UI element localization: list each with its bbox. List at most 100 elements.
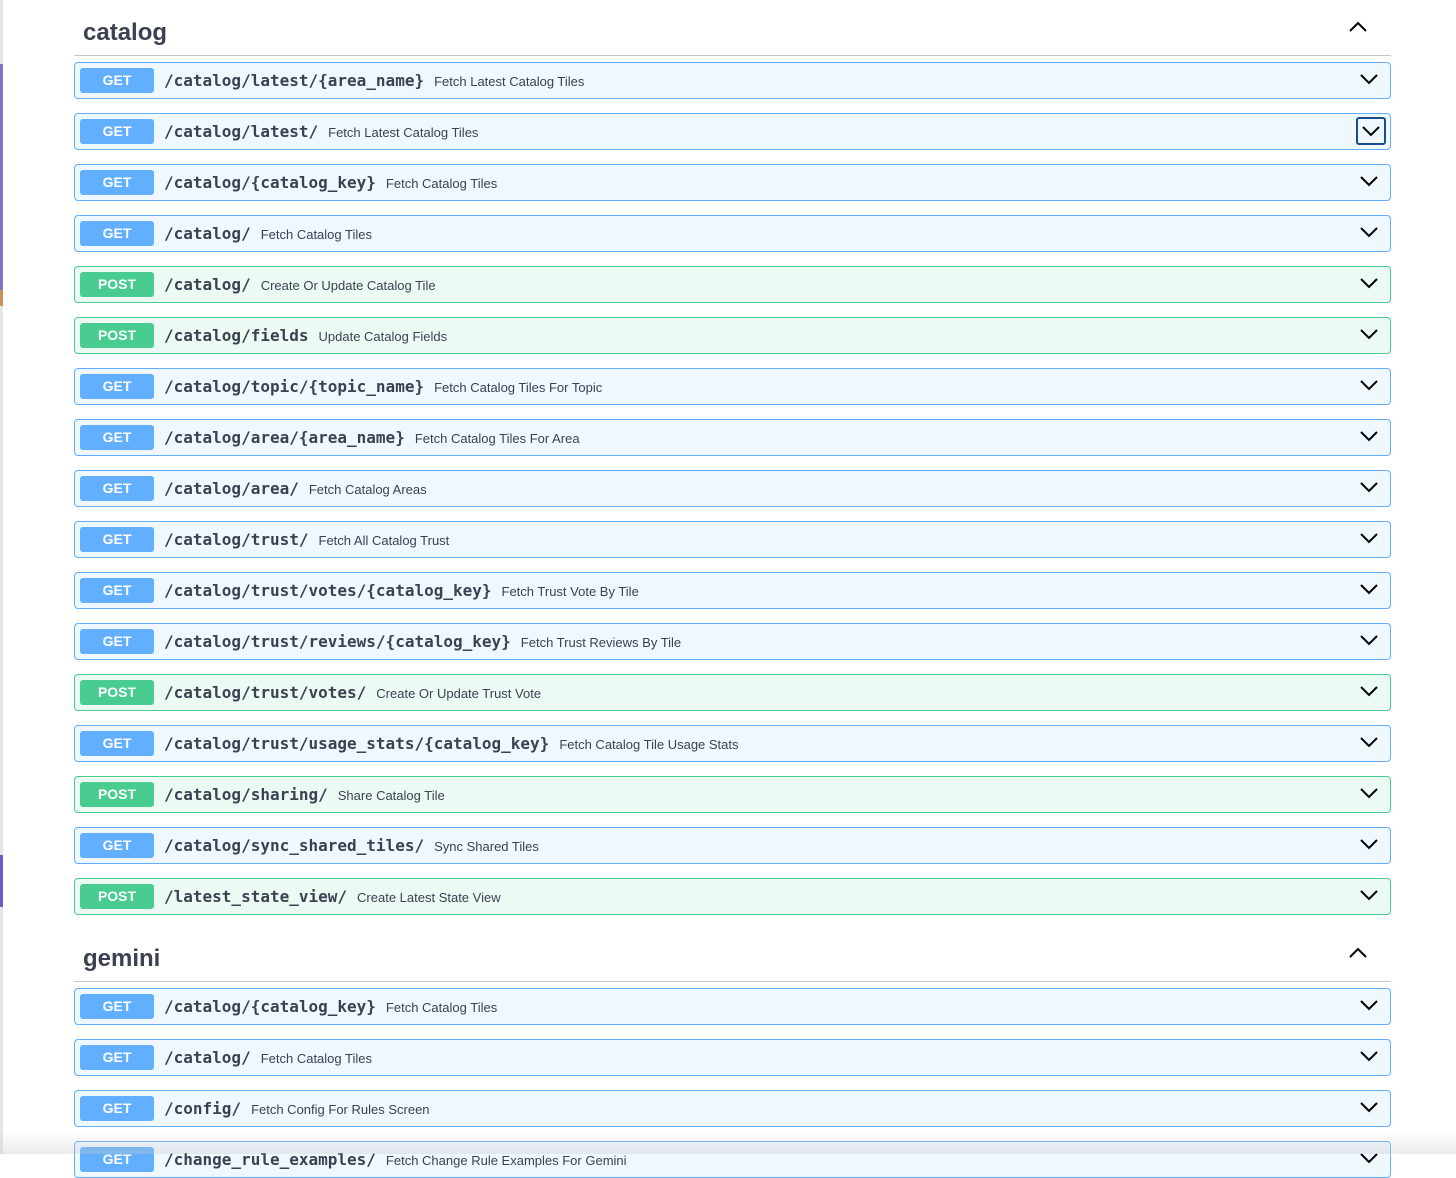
chevron-down-icon[interactable] — [1356, 423, 1382, 449]
operation-row[interactable]: GET/config/Fetch Config For Rules Screen — [74, 1090, 1391, 1127]
method-badge: POST — [80, 680, 154, 705]
operation-summary: Create Latest State View — [357, 890, 501, 905]
operation-row[interactable]: GET/change_rule_examples/Fetch Change Ru… — [74, 1141, 1391, 1178]
operation-path-group: /catalog/trust/usage_stats/{catalog_key}… — [164, 734, 739, 753]
method-badge: GET — [80, 1096, 154, 1121]
operation-path-group: /catalog/{catalog_key} Fetch Catalog Tile… — [164, 173, 497, 192]
operation-row[interactable]: GET/catalog/topic/{topic_name} Fetch Cata… — [74, 368, 1391, 405]
operation-path-group: /catalog/trust/votes/{catalog_key} Fetch … — [164, 581, 639, 600]
tag-header[interactable]: catalog — [74, 0, 1391, 56]
chevron-up-icon[interactable] — [1349, 20, 1369, 40]
operation-row[interactable]: GET/catalog/trust/Fetch All Catalog Trus… — [74, 521, 1391, 558]
operation-summary: Update Catalog Fields — [318, 329, 448, 344]
operation-path-group: /catalog/sync_shared_tiles/Sync Shared T… — [164, 836, 539, 855]
chevron-down-icon[interactable] — [1356, 525, 1382, 551]
operation-row[interactable]: GET/catalog/{catalog_key} Fetch Catalog T… — [74, 988, 1391, 1025]
operation-row[interactable]: GET/catalog/{catalog_key} Fetch Catalog T… — [74, 164, 1391, 201]
tag-title: catalog — [83, 19, 168, 46]
chevron-down-icon[interactable] — [1356, 678, 1382, 704]
operation-row[interactable]: GET/catalog/trust/votes/{catalog_key} Fet… — [74, 572, 1391, 609]
chevron-down-icon[interactable] — [1356, 270, 1382, 296]
chevron-down-icon[interactable] — [1356, 627, 1382, 653]
operation-summary: Fetch All Catalog Trust — [318, 533, 450, 548]
operation-path-group: /latest_state_view/Create Latest State V… — [164, 887, 501, 906]
chevron-down-icon[interactable] — [1356, 1094, 1382, 1120]
operation-row[interactable]: POST/latest_state_view/Create Latest Sta… — [74, 878, 1391, 915]
operation-row[interactable]: GET/catalog/sync_shared_tiles/Sync Share… — [74, 827, 1391, 864]
operation-summary: Fetch Latest Catalog Tiles — [328, 125, 479, 140]
chevron-down-icon[interactable] — [1356, 321, 1382, 347]
method-badge: GET — [80, 578, 154, 603]
chevron-down-icon[interactable] — [1356, 576, 1382, 602]
operation-row[interactable]: POST/catalog/sharing/Share Catalog Tile — [74, 776, 1391, 813]
operation-path-group: /catalog/area/Fetch Catalog Areas — [164, 479, 427, 498]
operation-summary: Fetch Trust Vote By Tile — [501, 584, 639, 599]
operation-path-group: /config/Fetch Config For Rules Screen — [164, 1099, 430, 1118]
operation-row[interactable]: POST/catalog/trust/votes/Create Or Updat… — [74, 674, 1391, 711]
method-badge: GET — [80, 68, 154, 93]
operation-path-group: /catalog/trust/votes/Create Or Update Tr… — [164, 683, 541, 702]
operation-path-group: /catalog/latest/Fetch Latest Catalog Til… — [164, 122, 478, 141]
chevron-down-icon[interactable] — [1356, 219, 1382, 245]
operation-summary: Fetch Catalog Tile Usage Stats — [559, 737, 739, 752]
operation-path: /catalog/trust/ — [164, 530, 309, 549]
operation-summary: Sync Shared Tiles — [434, 839, 539, 854]
operation-row[interactable]: GET/catalog/trust/reviews/{catalog_key} F… — [74, 623, 1391, 660]
operation-path: /catalog/trust/usage_stats/{catalog_key} — [164, 734, 550, 753]
window-left-edge — [0, 0, 3, 1154]
chevron-down-icon[interactable] — [1356, 729, 1382, 755]
operation-summary: Fetch Catalog Tiles For Topic — [434, 380, 603, 395]
operation-row[interactable]: GET/catalog/latest/{area_name} Fetch Late… — [74, 62, 1391, 99]
chevron-down-icon[interactable] — [1356, 474, 1382, 500]
operation-row[interactable]: POST/catalog/Create Or Update Catalog Ti… — [74, 266, 1391, 303]
chevron-down-icon[interactable] — [1356, 1043, 1382, 1069]
chevron-down-icon[interactable] — [1356, 168, 1382, 194]
operation-path-group: /catalog/Fetch Catalog Tiles — [164, 1048, 372, 1067]
operation-summary: Fetch Change Rule Examples For Gemini — [385, 1153, 627, 1168]
operation-path-group: /catalog/Create Or Update Catalog Tile — [164, 275, 436, 294]
operation-row[interactable]: GET/catalog/Fetch Catalog Tiles — [74, 1039, 1391, 1076]
operation-path-group: /catalog/{catalog_key} Fetch Catalog Tile… — [164, 997, 497, 1016]
method-badge: GET — [80, 833, 154, 858]
operation-path: /catalog/{catalog_key} — [164, 997, 376, 1016]
operation-summary: Create Or Update Trust Vote — [376, 686, 542, 701]
chevron-down-icon[interactable] — [1356, 372, 1382, 398]
operation-row[interactable]: GET/catalog/Fetch Catalog Tiles — [74, 215, 1391, 252]
operation-path-group: /catalog/sharing/Share Catalog Tile — [164, 785, 445, 804]
operation-path: /latest_state_view/ — [164, 887, 348, 906]
method-badge: GET — [80, 476, 154, 501]
method-badge: GET — [80, 221, 154, 246]
operation-summary: Fetch Catalog Tiles — [260, 1051, 372, 1066]
operation-summary: Share Catalog Tile — [337, 788, 445, 803]
operation-path: /catalog/topic/{topic_name} — [164, 377, 425, 396]
api-operations-list: catalog GET/catalog/latest/{area_name} Fet… — [74, 0, 1391, 1178]
operation-row[interactable]: GET/catalog/area/{area_name} Fetch Catalo… — [74, 419, 1391, 456]
operation-path: /catalog/latest/{area_name} — [164, 71, 425, 90]
chevron-down-icon[interactable] — [1356, 1145, 1382, 1171]
method-badge: GET — [80, 170, 154, 195]
operation-path: /catalog/{catalog_key} — [164, 173, 376, 192]
operation-path: /config/ — [164, 1099, 242, 1118]
operation-path-group: /catalog/trust/Fetch All Catalog Trust — [164, 530, 449, 549]
chevron-down-icon[interactable] — [1356, 882, 1382, 908]
operation-summary: Fetch Catalog Tiles — [260, 227, 372, 242]
operation-path: /catalog/ — [164, 224, 251, 243]
operation-summary: Fetch Trust Reviews By Tile — [520, 635, 682, 650]
chevron-down-icon[interactable] — [1356, 780, 1382, 806]
chevron-up-icon[interactable] — [1349, 946, 1369, 966]
chevron-down-icon[interactable] — [1356, 66, 1382, 92]
chevron-down-icon[interactable] — [1356, 992, 1382, 1018]
chevron-down-icon[interactable] — [1356, 831, 1382, 857]
tag-header[interactable]: gemini — [74, 926, 1391, 982]
operation-row[interactable]: GET/catalog/trust/usage_stats/{catalog_k… — [74, 725, 1391, 762]
operation-row[interactable]: POST/catalog/fields Update Catalog Fields — [74, 317, 1391, 354]
operation-path: /catalog/trust/votes/{catalog_key} — [164, 581, 492, 600]
operation-summary: Fetch Catalog Tiles — [385, 1000, 498, 1015]
operation-row[interactable]: GET/catalog/area/Fetch Catalog Areas — [74, 470, 1391, 507]
operation-path: /catalog/latest/ — [164, 122, 319, 141]
operation-path-group: /catalog/topic/{topic_name} Fetch Catalog… — [164, 377, 602, 396]
operation-path-group: /catalog/fields Update Catalog Fields — [164, 326, 447, 345]
operation-path-group: /catalog/Fetch Catalog Tiles — [164, 224, 372, 243]
operation-row[interactable]: GET/catalog/latest/Fetch Latest Catalog … — [74, 113, 1391, 150]
chevron-down-icon[interactable] — [1356, 117, 1386, 145]
